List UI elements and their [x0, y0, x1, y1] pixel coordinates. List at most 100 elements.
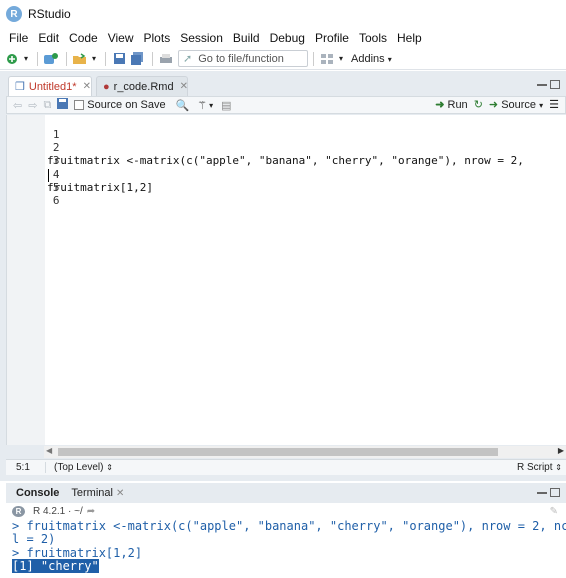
- code-line: 1: [7, 115, 60, 141]
- rerun-icon[interactable]: ↻: [474, 98, 483, 111]
- back-icon[interactable]: ⇦: [13, 99, 22, 112]
- source-on-save-checkbox[interactable]: [74, 100, 85, 110]
- tab-terminal[interactable]: Terminal ✕: [65, 487, 130, 499]
- console-line: l = 2): [12, 532, 56, 546]
- run-button[interactable]: ➜ Run: [435, 98, 467, 111]
- selected-output: [1] "cherry": [12, 559, 99, 573]
- go-to-arrow-icon: ➚: [183, 53, 193, 65]
- source-label: Source: [501, 99, 537, 111]
- file-type-selector[interactable]: R Script ⇕: [517, 462, 562, 473]
- console-tab-bar: Console Terminal ✕: [6, 483, 566, 503]
- print-icon[interactable]: [158, 51, 174, 67]
- menu-session[interactable]: Session: [175, 31, 228, 45]
- main-toolbar: ▾ ▾ ➚ Go to file/function ▾ Addins ▾: [0, 48, 566, 70]
- menu-view[interactable]: View: [103, 31, 139, 45]
- save-icon[interactable]: [111, 51, 127, 67]
- editor-run-tools: ➜ Run ↻ ➜ Source ▾ ☰: [435, 98, 559, 111]
- code-line: 3: [7, 141, 60, 167]
- menu-debug[interactable]: Debug: [265, 31, 310, 45]
- forward-icon[interactable]: ⇨: [28, 99, 37, 112]
- close-tab-icon[interactable]: ✕: [116, 488, 124, 499]
- menu-tools[interactable]: Tools: [354, 31, 392, 45]
- new-file-dropdown-icon[interactable]: ▾: [22, 51, 30, 67]
- code-text: fruitmatrix <-matrix(c("apple", "banana"…: [47, 154, 524, 167]
- editor-tab-bar: ❒ Untitled1* ✕ ● r_code.Rmd ✕: [6, 76, 566, 96]
- console-output[interactable]: > fruitmatrix <-matrix(c("apple", "banan…: [6, 520, 566, 578]
- code-line: 2 fruitmatrix <-matrix(c("apple", "banan…: [7, 128, 524, 167]
- menu-build[interactable]: Build: [228, 31, 265, 45]
- workspace-panes-icon[interactable]: [319, 51, 335, 67]
- toolbar-divider: [105, 51, 106, 66]
- code-tools-dropdown-icon[interactable]: ▾: [209, 101, 213, 110]
- line-number: 3: [52, 154, 60, 167]
- tab-terminal-label: Terminal: [71, 487, 113, 499]
- save-icon[interactable]: [57, 98, 69, 112]
- line-number: 4: [52, 168, 60, 181]
- pane-controls: [537, 80, 560, 89]
- source-button[interactable]: ➜ Source ▾: [489, 98, 543, 111]
- maximize-pane-icon[interactable]: [550, 488, 560, 497]
- tab-r-code-rmd-label: r_code.Rmd: [113, 80, 174, 93]
- menu-profile[interactable]: Profile: [310, 31, 354, 45]
- rstudio-logo-icon: R: [6, 6, 22, 22]
- go-to-directory-icon[interactable]: ➦: [87, 506, 95, 517]
- minimize-pane-icon[interactable]: [537, 80, 547, 86]
- menu-file[interactable]: File: [4, 31, 33, 45]
- editor-toolbar: ⇦ ⇨ ⧉ Source on Save 🔍 ⚚ ▾ ▤ ➜ Run ↻ ➜ S…: [6, 96, 566, 114]
- workspace-panes-dropdown-icon[interactable]: ▾: [337, 51, 345, 67]
- menu-bar: File Edit Code View Plots Session Build …: [0, 28, 566, 48]
- console-line: > fruitmatrix <-matrix(c("apple", "banan…: [12, 520, 566, 533]
- open-file-dropdown-icon[interactable]: ▾: [90, 51, 98, 67]
- menu-help[interactable]: Help: [392, 31, 427, 45]
- open-file-icon[interactable]: [72, 51, 88, 67]
- tab-untitled1[interactable]: ❒ Untitled1* ✕: [8, 76, 92, 96]
- find-replace-icon[interactable]: 🔍: [176, 99, 190, 112]
- console-line: [1] "cherry": [12, 559, 99, 573]
- pane-controls: [537, 488, 560, 497]
- toolbar-divider: [313, 51, 314, 66]
- file-type-updown-icon: ⇕: [555, 463, 562, 472]
- go-to-placeholder: Go to file/function: [198, 52, 284, 65]
- toolbar-divider: [152, 51, 153, 66]
- text-cursor: [48, 169, 49, 182]
- file-rmd-icon: ●: [103, 80, 110, 93]
- file-type-label: R Script: [516, 462, 553, 473]
- new-project-icon[interactable]: [43, 51, 59, 67]
- save-all-icon[interactable]: [129, 51, 145, 67]
- scrollbar-thumb[interactable]: [58, 448, 498, 456]
- scope-selector[interactable]: (Top Level) ⇕: [46, 462, 113, 473]
- cursor-position: 5:1: [6, 462, 46, 473]
- addins-button[interactable]: Addins ▾: [351, 53, 392, 65]
- line-number: 1: [52, 128, 60, 141]
- menu-code[interactable]: Code: [64, 31, 103, 45]
- code-tools-wand-icon[interactable]: ⚚: [197, 99, 207, 112]
- source-arrow-icon: ➜: [488, 99, 499, 111]
- tab-r-code-rmd[interactable]: ● r_code.Rmd ✕: [96, 76, 188, 96]
- document-outline-icon[interactable]: ☰: [549, 98, 559, 111]
- scroll-right-icon[interactable]: ▶: [558, 446, 564, 455]
- run-label: Run: [447, 99, 468, 111]
- scroll-left-icon[interactable]: ◀: [46, 446, 52, 455]
- source-dropdown-icon: ▾: [539, 101, 544, 110]
- close-tab-icon[interactable]: ✕: [180, 81, 188, 92]
- tab-console[interactable]: Console: [10, 487, 65, 499]
- line-number: 6: [52, 194, 60, 207]
- compile-report-icon[interactable]: ▤: [221, 99, 231, 112]
- new-file-icon[interactable]: [4, 51, 20, 67]
- file-r-icon: ❒: [15, 81, 25, 93]
- menu-plots[interactable]: Plots: [139, 31, 176, 45]
- editor-horizontal-scrollbar[interactable]: ◀ ▶: [44, 446, 566, 458]
- maximize-pane-icon[interactable]: [550, 80, 560, 89]
- show-in-window-icon[interactable]: ⧉: [43, 99, 51, 112]
- toolbar-divider: [37, 51, 38, 66]
- toolbar-divider: [66, 51, 67, 66]
- minimize-pane-icon[interactable]: [537, 488, 547, 494]
- go-to-file-input[interactable]: ➚ Go to file/function: [178, 50, 308, 67]
- code-editor[interactable]: 1 2 fruitmatrix <-matrix(c("apple", "ban…: [6, 115, 566, 445]
- clear-console-icon[interactable]: ✎: [550, 506, 558, 517]
- close-tab-icon[interactable]: ✕: [83, 81, 91, 92]
- scope-updown-icon: ⇕: [106, 463, 113, 472]
- source-on-save-label: Source on Save: [87, 99, 166, 111]
- run-arrow-icon: ➜: [435, 99, 445, 111]
- menu-edit[interactable]: Edit: [33, 31, 64, 45]
